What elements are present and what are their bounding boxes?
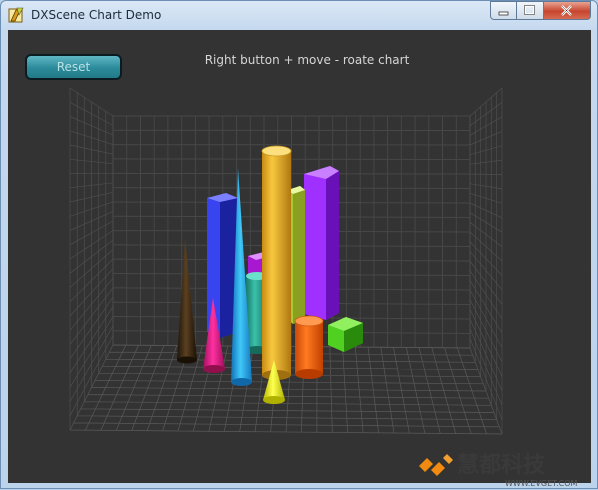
grid-right-wall: [469, 87, 503, 435]
purple-box: [304, 166, 339, 320]
minimize-icon: [498, 11, 509, 16]
app-icon: [8, 7, 24, 23]
maximize-button[interactable]: [517, 1, 544, 20]
title-bar[interactable]: DXScene Chart Demo: [1, 1, 597, 30]
app-window: DXScene Chart Demo Reset Right button + …: [0, 0, 598, 489]
brown-cone: [177, 238, 197, 364]
watermark-url: WWW.EVGET.COM: [505, 479, 578, 488]
minimize-button[interactable]: [490, 1, 517, 20]
watermark-logo: 慧都科技 WWW.EVGET.COM: [419, 453, 578, 488]
window-title: DXScene Chart Demo: [31, 8, 162, 22]
grid-left-wall: [69, 87, 114, 431]
rotate-hint: Right button + move - roate chart: [204, 53, 410, 67]
close-button[interactable]: [544, 1, 591, 20]
chart-viewport[interactable]: Reset Right button + move - roate chart: [8, 30, 591, 483]
orange-cylinder: [294, 315, 324, 379]
watermark-text: 慧都科技: [457, 453, 546, 478]
chart-scene[interactable]: [8, 30, 591, 483]
close-icon: [561, 5, 572, 16]
gold-cylinder: [261, 145, 292, 380]
reset-button[interactable]: Reset: [25, 54, 122, 80]
maximize-icon: [524, 5, 535, 15]
